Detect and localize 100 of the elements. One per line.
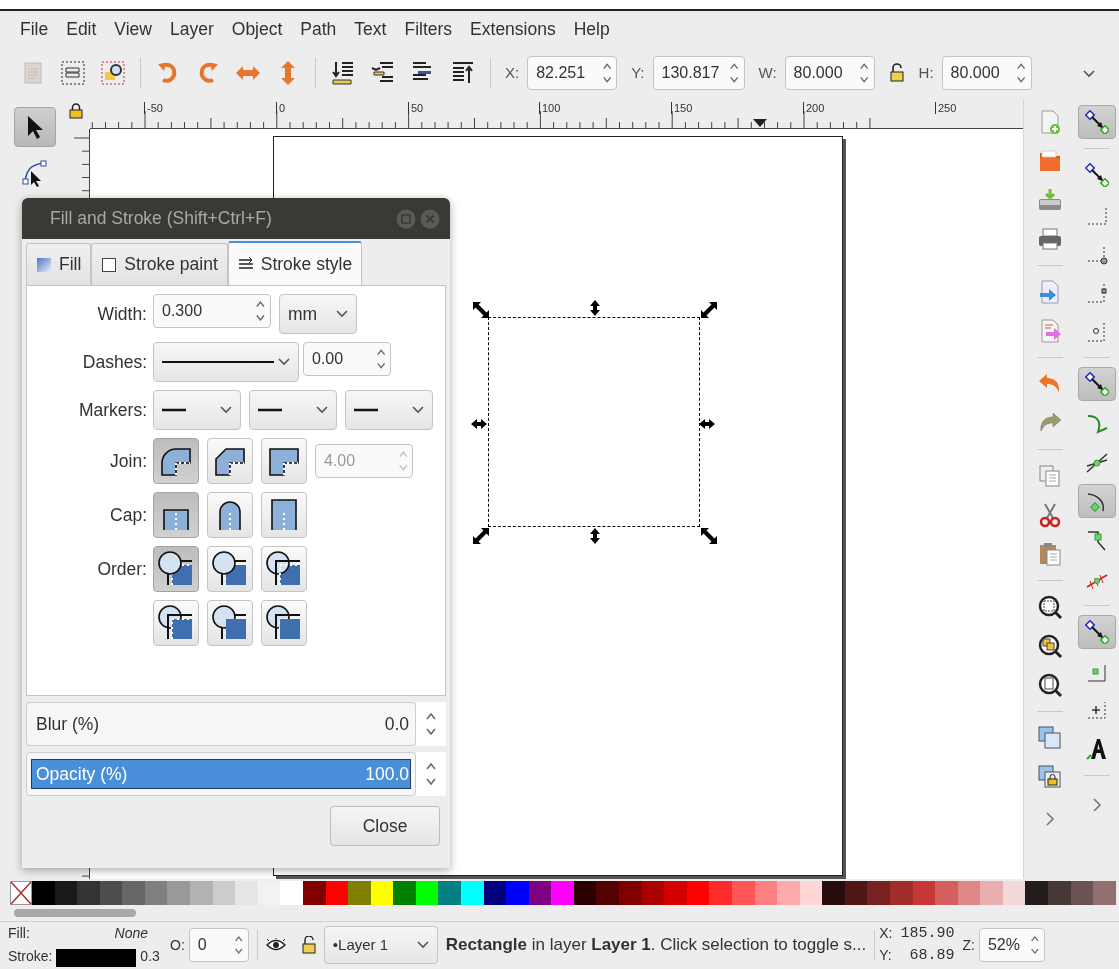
magnifier-icon[interactable] — [100, 60, 126, 86]
option-button[interactable] — [261, 600, 307, 646]
color-swatch[interactable] — [889, 881, 913, 905]
zoom-icon[interactable] — [1036, 633, 1063, 659]
tab[interactable]: Fill — [26, 243, 92, 285]
zoom-field[interactable]: 52% — [987, 933, 1031, 957]
zoom-icon[interactable] — [1036, 672, 1063, 698]
color-swatch[interactable] — [1093, 881, 1116, 905]
color-swatch[interactable] — [686, 881, 710, 905]
spin-box[interactable]: 0.300 — [153, 294, 271, 328]
lower-to-bottom-icon[interactable] — [330, 60, 356, 86]
color-swatch[interactable] — [844, 881, 868, 905]
color-swatch[interactable] — [32, 881, 55, 905]
dash-dropdown[interactable] — [153, 342, 299, 382]
color-swatch[interactable] — [302, 881, 326, 905]
color-swatch[interactable] — [596, 881, 620, 905]
option-button[interactable] — [207, 600, 253, 646]
color-swatch[interactable] — [144, 881, 168, 905]
color-swatch[interactable] — [235, 881, 258, 905]
option-button[interactable] — [153, 438, 199, 484]
open-lock-icon[interactable] — [888, 63, 905, 83]
opacity-field[interactable]: 0 — [197, 933, 235, 957]
unit-dropdown[interactable]: mm — [279, 294, 357, 334]
color-swatch[interactable] — [709, 881, 732, 905]
color-swatch[interactable] — [77, 881, 100, 905]
number-field[interactable]: 80.000 — [793, 61, 860, 85]
printer-icon[interactable] — [1036, 226, 1063, 252]
copy-icon[interactable] — [1036, 463, 1063, 489]
menu-item[interactable]: Layer — [161, 15, 223, 43]
zoom-icon[interactable] — [1036, 594, 1063, 620]
stroke-swatch[interactable] — [56, 949, 137, 967]
color-swatch[interactable] — [1002, 881, 1026, 905]
snap-toggle[interactable] — [1078, 105, 1116, 139]
tool-button[interactable] — [14, 107, 56, 147]
menu-item[interactable]: File — [11, 15, 58, 43]
marker-dropdown[interactable] — [249, 390, 337, 430]
squares-icon[interactable] — [1036, 725, 1063, 751]
scale-handle[interactable] — [700, 527, 718, 545]
drive-icon[interactable] — [1036, 187, 1063, 213]
color-swatch[interactable] — [731, 881, 755, 905]
color-swatch[interactable] — [54, 881, 78, 905]
color-swatch[interactable] — [212, 881, 236, 905]
squares-lock-icon[interactable] — [1036, 764, 1063, 790]
color-swatch[interactable] — [257, 881, 281, 905]
number-field[interactable]: 80.000 — [950, 61, 1017, 85]
color-swatch[interactable] — [167, 881, 191, 905]
option-button[interactable] — [207, 438, 253, 484]
raise-to-top-icon[interactable] — [450, 60, 476, 86]
color-swatch[interactable] — [506, 881, 529, 905]
color-swatch[interactable] — [99, 881, 123, 905]
scale-handle[interactable] — [472, 527, 490, 545]
color-swatch[interactable] — [393, 881, 416, 905]
option-button[interactable] — [261, 438, 307, 484]
spin-box[interactable]: 52% — [978, 928, 1045, 962]
menu-item[interactable]: Edit — [57, 15, 106, 43]
stacked-layers-icon[interactable] — [60, 60, 86, 86]
offset-field[interactable]: 0.00 — [312, 347, 376, 371]
snap-toggle[interactable] — [1078, 615, 1116, 649]
blur-field[interactable]: Blur (%) 0.0 — [26, 702, 416, 746]
menu-item[interactable]: Filters — [395, 15, 462, 43]
option-button[interactable] — [261, 546, 307, 592]
scrollbar-thumb[interactable] — [14, 909, 136, 917]
scale-handle[interactable] — [472, 301, 490, 319]
option-button[interactable] — [207, 546, 253, 592]
spin-box[interactable]: 0.00 — [303, 342, 391, 376]
color-swatch[interactable] — [325, 881, 349, 905]
color-swatch[interactable] — [935, 881, 958, 905]
spin-box[interactable]: 82.251 — [527, 56, 618, 90]
eye-icon[interactable] — [265, 938, 286, 952]
color-swatch[interactable] — [619, 881, 642, 905]
color-swatch[interactable] — [799, 881, 823, 905]
spin-box[interactable]: 80.000 — [941, 56, 1032, 90]
chevron-icon[interactable] — [1083, 69, 1095, 78]
lock-icon[interactable] — [69, 103, 83, 119]
width-field[interactable]: 0.300 — [162, 299, 256, 323]
menu-item[interactable]: Extensions — [461, 15, 565, 43]
menu-item[interactable]: View — [105, 15, 161, 43]
marker-dropdown[interactable] — [345, 390, 433, 430]
option-button[interactable] — [153, 600, 199, 646]
number-field[interactable]: 82.251 — [536, 61, 602, 85]
color-swatch[interactable] — [664, 881, 687, 905]
option-button[interactable] — [261, 492, 307, 538]
no-paint-swatch[interactable] — [10, 881, 32, 905]
color-swatch[interactable] — [348, 881, 371, 905]
layer-dropdown[interactable]: •Layer 1 — [323, 926, 438, 964]
snap-toggle[interactable] — [1078, 367, 1116, 401]
tab[interactable]: Stroke style — [227, 241, 363, 285]
spin-box[interactable]: 0 — [188, 928, 249, 962]
menu-item[interactable]: Text — [345, 15, 396, 43]
menu-item[interactable]: Path — [291, 15, 346, 43]
option-button[interactable] — [153, 546, 199, 592]
color-swatch[interactable] — [528, 881, 552, 905]
color-swatch[interactable] — [122, 881, 145, 905]
scale-handle[interactable] — [700, 301, 718, 319]
color-swatch[interactable] — [754, 881, 778, 905]
menu-item[interactable]: Object — [222, 15, 292, 43]
chevron-right-icon[interactable] — [1044, 812, 1055, 827]
color-swatch[interactable] — [980, 881, 1003, 905]
spin-box[interactable]: 80.000 — [784, 56, 875, 90]
color-swatch[interactable] — [483, 881, 507, 905]
